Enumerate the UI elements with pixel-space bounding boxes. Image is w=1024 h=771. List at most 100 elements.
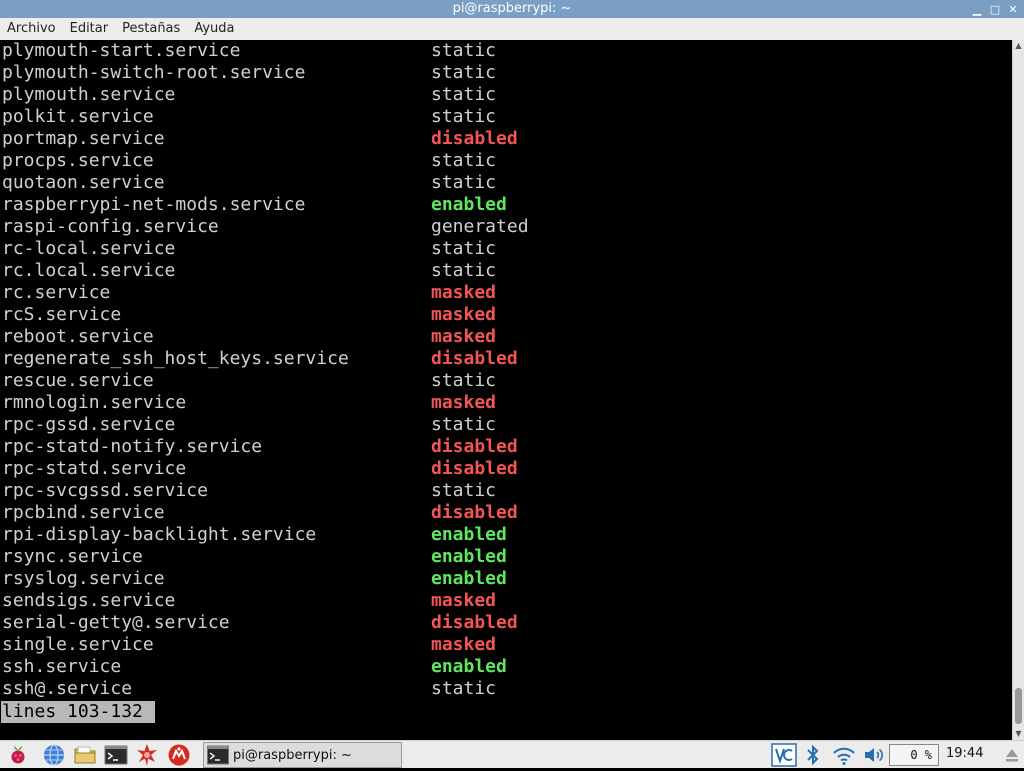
terminal-row: quotaon.service static xyxy=(0,172,1012,194)
service-state: static xyxy=(431,678,497,699)
terminal-row: rsyslog.service enabled xyxy=(0,568,1012,590)
mathematica-icon[interactable] xyxy=(135,743,159,767)
terminal-output[interactable]: plymouth-start.service static plymouth-swi… xyxy=(0,40,1012,740)
service-name: portmap.service xyxy=(2,128,165,149)
file-manager-icon[interactable] xyxy=(73,743,97,767)
pager-status: lines 103-132 xyxy=(1,701,155,723)
eject-icon[interactable] xyxy=(1003,743,1021,767)
service-state: static xyxy=(431,150,497,171)
terminal-row: plymouth-switch-root.service static xyxy=(0,62,1012,84)
service-name: rcS.service xyxy=(2,304,122,325)
terminal-row: reboot.service masked xyxy=(0,326,1012,348)
service-name: rpc-statd-notify.service xyxy=(2,436,263,457)
service-state: disabled xyxy=(431,348,518,369)
menu-archivo[interactable]: Archivo xyxy=(0,18,63,40)
terminal-row: rescue.service static xyxy=(0,370,1012,392)
terminal-row: rpcbind.service disabled xyxy=(0,502,1012,524)
service-name: rsync.service xyxy=(2,546,143,567)
menu-bar: Archivo Editar Pestañas Ayuda xyxy=(0,18,1024,41)
wolfram-icon[interactable] xyxy=(167,743,191,767)
terminal-row: single.service masked xyxy=(0,634,1012,656)
service-state: static xyxy=(431,106,497,127)
service-name: rpi-display-backlight.service xyxy=(2,524,317,545)
minimize-button[interactable]: ▁ xyxy=(970,2,984,16)
service-name: rpcbind.service xyxy=(2,502,165,523)
terminal-row: rpc-svcgssd.service static xyxy=(0,480,1012,502)
terminal-row: rc.local.service static xyxy=(0,260,1012,282)
service-name: reboot.service xyxy=(2,326,154,347)
terminal-row: rmnologin.service masked xyxy=(0,392,1012,414)
service-name: rsyslog.service xyxy=(2,568,165,589)
title-bar: pi@raspberrypi: ~ ▁ □ ✕ xyxy=(0,0,1024,18)
service-name: serial-getty@.service xyxy=(2,612,230,633)
service-state: static xyxy=(431,62,497,83)
service-name: procps.service xyxy=(2,150,154,171)
clock[interactable]: 19:44 xyxy=(946,741,983,767)
service-state: static xyxy=(431,238,497,259)
service-name: sendsigs.service xyxy=(2,590,176,611)
service-name: rpc-svcgssd.service xyxy=(2,480,208,501)
cpu-usage-monitor[interactable]: 0 % xyxy=(889,744,939,766)
terminal-row: plymouth-start.service static xyxy=(0,40,1012,62)
service-name: ssh@.service xyxy=(2,678,133,699)
task-terminal-icon xyxy=(207,745,229,765)
service-name: regenerate_ssh_host_keys.service xyxy=(2,348,349,369)
service-name: rpc-gssd.service xyxy=(2,414,176,435)
service-state: enabled xyxy=(431,524,507,545)
terminal-row: rc.service masked xyxy=(0,282,1012,304)
terminal-icon[interactable] xyxy=(104,743,128,767)
service-state: static xyxy=(431,480,497,501)
terminal-row: rpc-gssd.service static xyxy=(0,414,1012,436)
service-name: rpc-statd.service xyxy=(2,458,187,479)
volume-icon[interactable] xyxy=(862,743,886,767)
service-state: disabled xyxy=(431,612,518,633)
service-state: static xyxy=(431,172,497,193)
service-name: ssh.service xyxy=(2,656,122,677)
bluetooth-icon[interactable] xyxy=(804,743,822,767)
service-state: generated xyxy=(431,216,529,237)
scroll-up-icon[interactable]: ▲ xyxy=(1013,40,1024,52)
vnc-icon[interactable] xyxy=(771,743,797,767)
menu-pestanas[interactable]: Pestañas xyxy=(115,18,187,40)
terminal-row: ssh.service enabled xyxy=(0,656,1012,678)
service-state: enabled xyxy=(431,194,507,215)
window-title: pi@raspberrypi: ~ xyxy=(452,1,572,16)
service-state: enabled xyxy=(431,656,507,677)
service-state: enabled xyxy=(431,546,507,567)
service-state: disabled xyxy=(431,436,518,457)
terminal-scrollbar[interactable]: ▲ ▼ xyxy=(1012,40,1024,740)
service-name: plymouth-switch-root.service xyxy=(2,62,306,83)
terminal-row: ssh@.service static xyxy=(0,678,1012,700)
terminal-row: polkit.service static xyxy=(0,106,1012,128)
scroll-thumb[interactable] xyxy=(1015,688,1022,724)
service-name: plymouth.service xyxy=(2,84,176,105)
service-state: disabled xyxy=(431,502,518,523)
menu-ayuda[interactable]: Ayuda xyxy=(187,18,241,40)
terminal-row: raspberrypi-net-mods.service enabled xyxy=(0,194,1012,216)
window-controls: ▁ □ ✕ xyxy=(970,0,1020,18)
web-browser-icon[interactable] xyxy=(42,743,66,767)
terminal-row: rc-local.service static xyxy=(0,238,1012,260)
terminal-row: rpi-display-backlight.service enabled xyxy=(0,524,1012,546)
taskbar-task-terminal[interactable]: pi@raspberrypi: ~ xyxy=(203,742,402,768)
service-state: static xyxy=(431,260,497,281)
service-name: quotaon.service xyxy=(2,172,165,193)
maximize-button[interactable]: □ xyxy=(988,2,1002,16)
service-state: masked xyxy=(431,304,497,325)
wifi-icon[interactable] xyxy=(831,743,857,767)
service-name: rc-local.service xyxy=(2,238,176,259)
terminal-row: rpc-statd.service disabled xyxy=(0,458,1012,480)
service-name: polkit.service xyxy=(2,106,154,127)
close-button[interactable]: ✕ xyxy=(1006,2,1020,16)
terminal-row: sendsigs.service masked xyxy=(0,590,1012,612)
menu-editar[interactable]: Editar xyxy=(63,18,116,40)
service-name: single.service xyxy=(2,634,154,655)
service-name: rmnologin.service xyxy=(2,392,187,413)
service-name: plymouth-start.service xyxy=(2,40,241,61)
raspberry-menu-icon[interactable] xyxy=(6,743,30,767)
service-state: masked xyxy=(431,634,497,655)
service-state: masked xyxy=(431,326,497,347)
terminal-row: portmap.service disabled xyxy=(0,128,1012,150)
service-state: static xyxy=(431,414,497,435)
scroll-down-icon[interactable]: ▼ xyxy=(1013,728,1024,740)
